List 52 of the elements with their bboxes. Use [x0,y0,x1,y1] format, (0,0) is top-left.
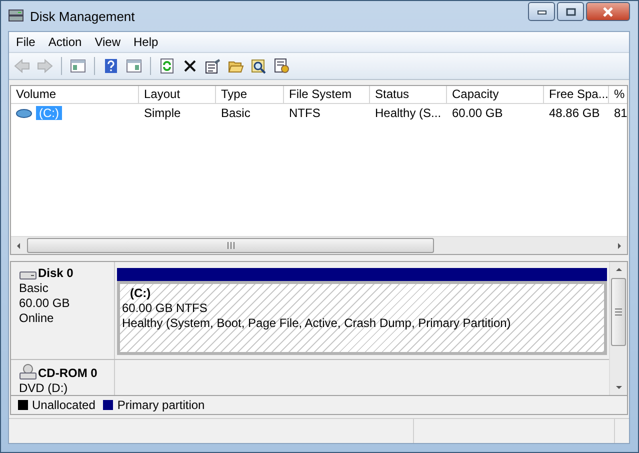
legend-label: Unallocated [32,398,96,412]
partition-status: Healthy (System, Boot, Page File, Active, Crash Dump, Primary Partition) [122,316,511,330]
partition-name: (C:) [129,286,151,300]
menu-item[interactable]: File [9,35,42,49]
disk-detail: Online [19,311,55,325]
disk-detail: Basic [19,281,50,295]
disk-name: CD-ROM 0 [38,366,98,380]
table-cell: Basic [221,106,250,120]
maximize-button[interactable] [557,2,584,21]
grip-icon [615,308,622,316]
column-header[interactable]: Free Spa... [544,86,609,104]
disk-name: Disk 0 [38,266,74,280]
column-header[interactable]: Layout [139,86,216,104]
column-header[interactable]: Volume [11,86,139,104]
column-header[interactable]: Status [370,86,447,104]
disk-drive-icon [19,270,37,280]
column-header[interactable]: File System [284,86,370,104]
horizontal-scrollbar[interactable] [11,236,627,254]
vertical-scrollbar[interactable] [609,262,627,395]
partition-block[interactable]: (C:) 60.00 GB NTFS Healthy (System, Boot, Page File, Active, Crash Dump, Primary Partition) [117,281,607,355]
settings-icon[interactable] [272,56,292,76]
table-cell: 81 [614,106,627,120]
menu-item[interactable]: Help [126,35,164,49]
table-cell: 60.00 GB [452,106,503,120]
column-header[interactable]: Capacity [447,86,544,104]
grip-icon [226,242,234,249]
scroll-down-icon[interactable] [614,383,622,391]
minimize-icon [536,8,546,14]
window-title: Disk Management [30,8,135,24]
properties-icon[interactable] [203,56,223,76]
legend-label: Primary partition [117,398,205,412]
disk-detail: DVD (D:) [19,381,69,395]
menu-item[interactable]: Action [41,35,88,49]
table-cell: Simple [144,106,181,120]
table-cell: 48.86 GB [549,106,600,120]
disk-drive-icon [8,9,24,23]
drive-icon [16,108,32,118]
scroll-right-icon[interactable] [615,242,623,250]
column-header[interactable]: Type [216,86,284,104]
cd-drive-icon [19,364,37,380]
disk-detail: 60.00 GB [19,296,71,310]
minimize-button[interactable] [528,2,555,21]
close-button[interactable] [586,2,630,21]
partition-size: 60.00 GB NTFS [122,301,208,315]
maximize-icon [566,8,576,16]
column-header[interactable]: % [609,86,627,104]
table-cell: Healthy (S... [375,106,442,120]
menu-item[interactable]: View [88,35,126,49]
table-cell: NTFS [289,106,320,120]
scroll-up-icon[interactable] [614,266,622,274]
close-icon [602,6,614,16]
scroll-left-icon[interactable] [15,242,23,250]
